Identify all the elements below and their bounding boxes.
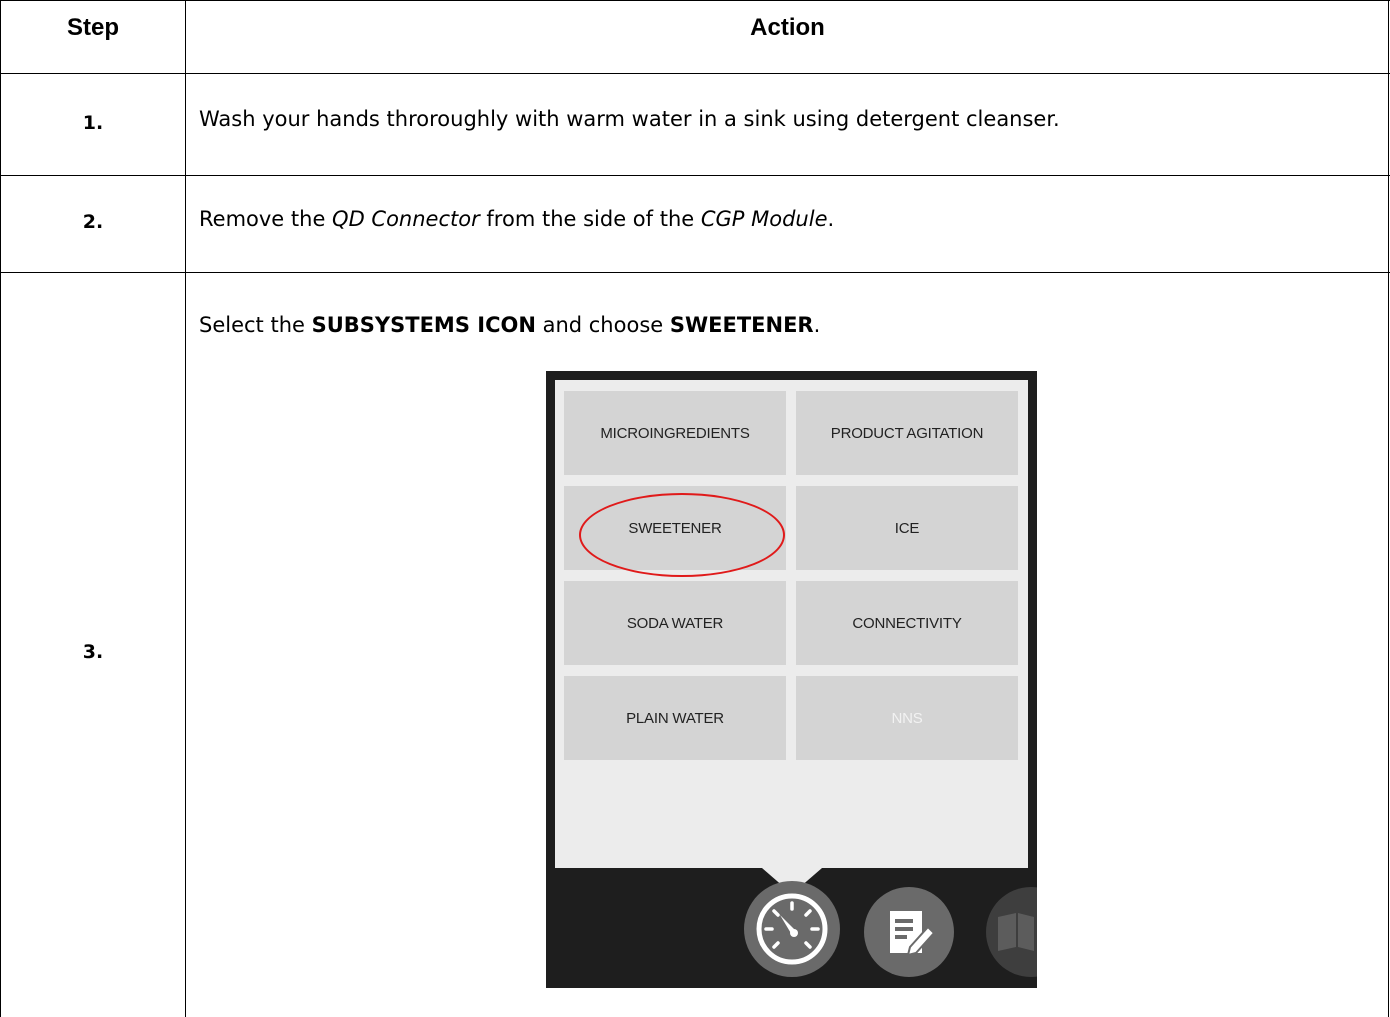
book-icon — [998, 913, 1034, 951]
procedure-table: Step Action 1. Wash your hands throrough… — [0, 0, 1390, 1017]
row-divider-1 — [0, 175, 1390, 176]
tile-connectivity[interactable]: CONNECTIVITY — [796, 581, 1018, 665]
step-1-text: Wash your hands throroughly with warm wa… — [199, 107, 1060, 131]
manual-button[interactable] — [986, 887, 1037, 977]
subsystems-menu-panel: MICROINGREDIENTS PRODUCT AGITATION SWEET… — [555, 380, 1028, 868]
subsystems-icon-term: SUBSYSTEMS ICON — [311, 313, 536, 337]
tile-microingredients[interactable]: MICROINGREDIENTS — [564, 391, 786, 475]
edit-document-icon — [890, 911, 936, 957]
gauge-icon — [756, 893, 828, 965]
step-2-suffix: . — [827, 207, 835, 231]
step-number-3: 3. — [82, 641, 104, 663]
header-action: Action — [750, 14, 825, 41]
step-3-middle: and choose — [535, 313, 670, 337]
tile-product-agitation[interactable]: PRODUCT AGITATION — [796, 391, 1018, 475]
subsystems-button[interactable] — [744, 881, 840, 977]
table-border-right — [1388, 0, 1389, 1017]
cgp-module-term: CGP Module — [700, 207, 828, 231]
table-border-left — [0, 0, 1, 1017]
tile-plain-water[interactable]: PLAIN WATER — [564, 676, 786, 760]
table-border-top — [0, 0, 1390, 1]
tile-nns[interactable]: NNS — [796, 676, 1018, 760]
step-3-text: Select the SUBSYSTEMS ICON and choose SW… — [199, 313, 820, 337]
subsystems-screenshot: MICROINGREDIENTS PRODUCT AGITATION SWEET… — [546, 371, 1037, 988]
step-number-1: 1. — [82, 112, 104, 134]
step-3-prefix: Select the — [199, 313, 312, 337]
qd-connector-term: QD Connector — [332, 207, 480, 231]
header-step: Step — [66, 14, 119, 41]
tile-soda-water[interactable]: SODA WATER — [564, 581, 786, 665]
notes-button[interactable] — [864, 887, 954, 977]
row-divider-header — [0, 73, 1390, 74]
column-divider — [185, 0, 186, 1017]
sweetener-term: SWEETENER — [669, 313, 814, 337]
sweetener-highlight-circle — [579, 493, 785, 577]
step-3-suffix: . — [813, 313, 821, 337]
step-number-2: 2. — [82, 211, 104, 233]
step-2-middle: from the side of the — [479, 207, 701, 231]
step-2-text: Remove the QD Connector from the side of… — [199, 207, 834, 231]
row-divider-2 — [0, 272, 1390, 273]
tile-ice[interactable]: ICE — [796, 486, 1018, 570]
step-2-prefix: Remove the — [199, 207, 333, 231]
